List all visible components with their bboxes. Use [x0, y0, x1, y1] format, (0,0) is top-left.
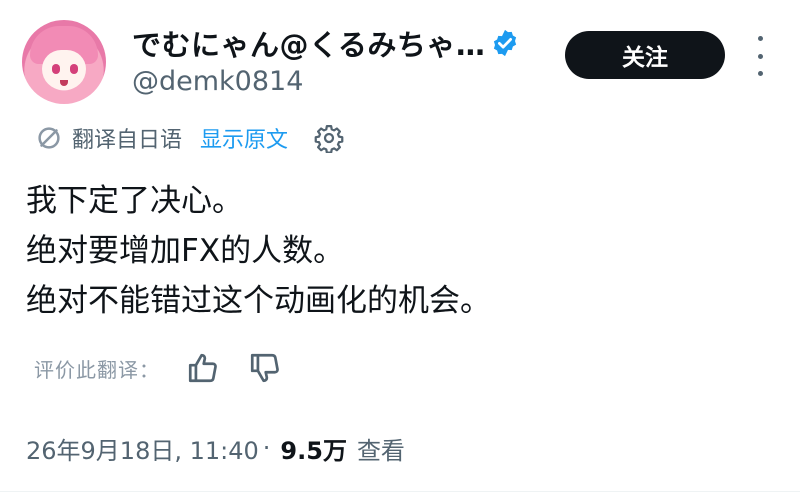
display-name[interactable]: でむにゃん@くるみちゃ…: [132, 22, 485, 64]
user-handle[interactable]: @demk0814: [132, 66, 303, 97]
thumbs-up-icon[interactable]: [186, 351, 220, 385]
tweet-line: 我下定了决心。: [26, 183, 243, 219]
show-original-link[interactable]: 显示原文: [200, 122, 288, 154]
tweet-line: 绝对要增加FX的人数。: [26, 233, 345, 269]
gear-icon[interactable]: [314, 123, 344, 153]
tweet-text: 我下定了决心。 绝对要增加FX的人数。 绝对不能错过这个动画化的机会。: [26, 176, 491, 326]
tweet-meta: 26年9月18日, 11:40 · 9.5万 查看: [26, 428, 405, 468]
views-label: 查看: [356, 436, 405, 465]
view-count: 9.5万: [280, 436, 347, 465]
translation-label: 翻译自日语: [72, 128, 183, 153]
thumbs-down-icon[interactable]: [248, 351, 282, 385]
verified-badge-icon: [493, 29, 517, 57]
more-dot: [757, 36, 763, 41]
more-dot: [757, 71, 763, 76]
tweet-line: 绝对不能错过这个动画化的机会。: [26, 283, 491, 319]
meta-separator: ·: [262, 434, 271, 462]
rate-translation-label: 评价此翻译：: [34, 357, 160, 382]
divider: [0, 491, 800, 492]
more-dot: [757, 53, 763, 59]
translate-icon: [38, 127, 60, 149]
avatar[interactable]: [22, 20, 106, 104]
translation-bar: 翻译自日语 显示原文: [34, 122, 344, 154]
avatar-eye-right: [70, 64, 78, 74]
avatar-eye-left: [52, 64, 60, 74]
follow-button[interactable]: 关注: [565, 31, 725, 79]
rate-translation: 评价此翻译：: [34, 348, 310, 388]
tweet-timestamp[interactable]: 26年9月18日, 11:40: [26, 431, 259, 466]
more-vertical-icon[interactable]: [752, 36, 768, 76]
